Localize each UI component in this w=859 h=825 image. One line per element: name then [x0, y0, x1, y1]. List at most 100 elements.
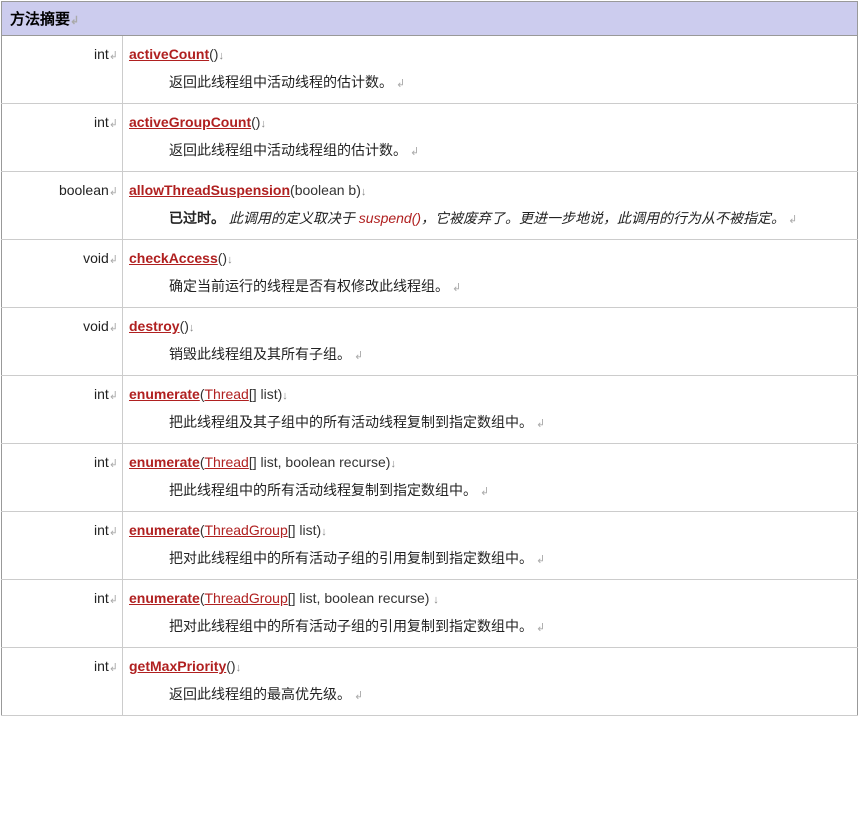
method-link[interactable]: enumerate	[129, 522, 200, 538]
method-description: 把对此线程组中的所有活动子组的引用复制到指定数组中。 ↲	[169, 548, 849, 569]
format-marker: ↲	[109, 254, 118, 266]
method-link[interactable]: checkAccess	[129, 250, 218, 266]
format-marker: ↲	[533, 622, 545, 634]
type-link[interactable]: ThreadGroup	[204, 522, 287, 538]
signature-text: [] list, boolean recurse)	[249, 454, 391, 470]
return-type-cell: boolean↲	[2, 172, 123, 240]
return-type-cell: int↲	[2, 444, 123, 512]
method-signature: destroy()↓	[129, 318, 849, 334]
method-row: int↲ enumerate(ThreadGroup[] list)↓ 把对此线程组…	[2, 512, 858, 580]
method-link[interactable]: allowThreadSuspension	[129, 182, 290, 198]
method-link[interactable]: enumerate	[129, 454, 200, 470]
format-marker: ↓	[390, 458, 396, 470]
signature-text: ()	[218, 250, 227, 266]
method-row: boolean↲allowThreadSuspension(boolean b)…	[2, 172, 858, 240]
method-description: 把此线程组中的所有活动线程复制到指定数组中。 ↲	[169, 480, 849, 501]
method-cell: destroy()↓ 销毁此线程组及其所有子组。 ↲	[123, 308, 858, 376]
format-marker: ↲	[351, 350, 363, 362]
format-marker: ↲	[109, 118, 118, 130]
method-description: 把对此线程组中的所有活动子组的引用复制到指定数组中。 ↲	[169, 616, 849, 637]
method-summary-table: 方法摘要↲ int↲activeCount()↓返回此线程组中活动线程的估计数。…	[1, 1, 858, 716]
format-marker: ↲	[109, 186, 118, 198]
format-marker: ↓	[218, 50, 224, 62]
suspend-link[interactable]: suspend()	[359, 210, 421, 226]
method-signature: getMaxPriority()↓	[129, 658, 849, 674]
method-signature: activeCount()↓	[129, 46, 849, 62]
method-link[interactable]: getMaxPriority	[129, 658, 226, 674]
signature-text: [] list, boolean recurse)	[288, 590, 434, 606]
method-signature: enumerate(Thread[] list, boolean recurse…	[129, 454, 849, 470]
method-cell: getMaxPriority()↓ 返回此线程组的最高优先级。 ↲	[123, 648, 858, 716]
method-signature: checkAccess()↓	[129, 250, 849, 266]
format-marker: ↲	[785, 214, 797, 226]
table-header: 方法摘要↲	[2, 2, 858, 36]
description-text: 把此线程组中的所有活动线程复制到指定数组中。	[169, 482, 477, 498]
format-marker: ↓	[260, 118, 266, 130]
method-row: int↲getMaxPriority()↓返回此线程组的最高优先级。 ↲	[2, 648, 858, 716]
method-row: void↲ checkAccess()↓ 确定当前运行的线程是否有权修改此线程组。 …	[2, 240, 858, 308]
method-description: 返回此线程组中活动线程组的估计数。 ↲	[169, 140, 849, 161]
description-text: 返回此线程组的最高优先级。	[169, 686, 351, 702]
signature-text: (boolean b)	[290, 182, 361, 198]
format-marker: ↲	[351, 690, 363, 702]
format-marker: ↲	[533, 418, 545, 430]
method-signature: enumerate(ThreadGroup[] list, boolean re…	[129, 590, 849, 606]
method-cell: activeGroupCount()↓返回此线程组中活动线程组的估计数。 ↲	[123, 104, 858, 172]
description-text: 把对此线程组中的所有活动子组的引用复制到指定数组中。	[169, 550, 533, 566]
format-marker: ↲	[407, 146, 419, 158]
method-link[interactable]: enumerate	[129, 386, 200, 402]
format-marker: ↓	[361, 186, 367, 198]
method-cell: enumerate(Thread[] list, boolean recurse…	[123, 444, 858, 512]
return-type-cell: int↲	[2, 376, 123, 444]
method-cell: enumerate(ThreadGroup[] list)↓ 把对此线程组中的所有…	[123, 512, 858, 580]
return-type-cell: int↲	[2, 580, 123, 648]
format-marker: ↲	[477, 486, 489, 498]
return-type-cell: void↲	[2, 240, 123, 308]
method-signature: enumerate(ThreadGroup[] list)↓	[129, 522, 849, 538]
method-link[interactable]: activeCount	[129, 46, 209, 62]
method-link[interactable]: destroy	[129, 318, 180, 334]
return-type-text: int	[94, 590, 109, 606]
return-type-text: void	[83, 250, 109, 266]
method-link[interactable]: activeGroupCount	[129, 114, 251, 130]
description-text: 把此线程组及其子组中的所有活动线程复制到指定数组中。	[169, 414, 533, 430]
table-header-text: 方法摘要	[10, 11, 70, 28]
return-type-text: int	[94, 522, 109, 538]
return-type-cell: void↲	[2, 308, 123, 376]
return-type-text: int	[94, 658, 109, 674]
format-marker: ↓	[433, 594, 439, 606]
signature-text: [] list)	[288, 522, 321, 538]
method-description: 把此线程组及其子组中的所有活动线程复制到指定数组中。 ↲	[169, 412, 849, 433]
type-link[interactable]: ThreadGroup	[204, 590, 287, 606]
description-text: 销毁此线程组及其所有子组。	[169, 346, 351, 362]
type-link[interactable]: Thread	[204, 386, 248, 402]
description-text: 返回此线程组中活动线程组的估计数。	[169, 142, 407, 158]
return-type-cell: int↲	[2, 648, 123, 716]
deprecated-text: 此调用的定义取决于	[225, 210, 359, 226]
description-text: 确定当前运行的线程是否有权修改此线程组。	[169, 278, 449, 294]
return-type-cell: int↲	[2, 512, 123, 580]
format-marker: ↓	[282, 390, 288, 402]
format-marker: ↓	[189, 322, 195, 334]
format-marker: ↲	[109, 322, 118, 334]
method-description: 返回此线程组的最高优先级。 ↲	[169, 684, 849, 705]
format-marker: ↲	[109, 662, 118, 674]
format-marker: ↲	[70, 15, 79, 27]
method-row: void↲destroy()↓销毁此线程组及其所有子组。 ↲	[2, 308, 858, 376]
method-description: 销毁此线程组及其所有子组。 ↲	[169, 344, 849, 365]
method-row: int↲ enumerate(Thread[] list, boolean rec…	[2, 444, 858, 512]
description-text: 把对此线程组中的所有活动子组的引用复制到指定数组中。	[169, 618, 533, 634]
deprecated-label: 已过时。	[169, 210, 225, 226]
method-link[interactable]: enumerate	[129, 590, 200, 606]
method-description: 确定当前运行的线程是否有权修改此线程组。 ↲	[169, 276, 849, 297]
method-cell: checkAccess()↓ 确定当前运行的线程是否有权修改此线程组。 ↲	[123, 240, 858, 308]
type-link[interactable]: Thread	[204, 454, 248, 470]
method-cell: allowThreadSuspension(boolean b)↓ 已过时。 此调…	[123, 172, 858, 240]
return-type-text: int	[94, 46, 109, 62]
method-row: int↲activeGroupCount()↓返回此线程组中活动线程组的估计数。…	[2, 104, 858, 172]
return-type-text: int	[94, 386, 109, 402]
return-type-text: void	[83, 318, 109, 334]
method-cell: activeCount()↓返回此线程组中活动线程的估计数。 ↲	[123, 36, 858, 104]
format-marker: ↓	[321, 526, 327, 538]
format-marker: ↓	[236, 662, 242, 674]
